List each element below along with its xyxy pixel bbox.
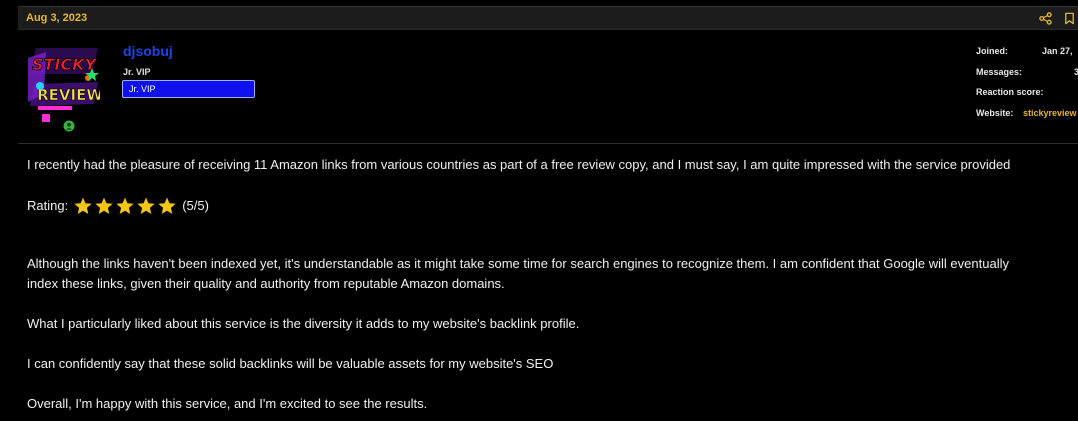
username-link[interactable]: djsobuj [123, 43, 173, 59]
logo-text-top: STICKY [32, 55, 98, 74]
star-icon [158, 197, 176, 214]
avatar[interactable]: STICKY REVIEW [28, 44, 104, 122]
logo-text-bottom: REVIEW [37, 86, 100, 104]
message-paragraph: What I particularly liked about this ser… [27, 316, 580, 331]
message-user-block: STICKY REVIEW djsobuj Jr. VIP Jr. VIP Jo… [18, 30, 1078, 144]
message-paragraph: I recently had the pleasure of receiving… [27, 157, 1011, 172]
message-body: I recently had the pleasure of receiving… [27, 155, 1078, 414]
stat-value: Jan 27, [1042, 46, 1073, 56]
stat-label: Website: [976, 108, 1014, 118]
rating-stars [73, 196, 178, 216]
online-status-icon [63, 120, 75, 132]
stat-value: 3 [1074, 67, 1078, 77]
message-paragraph: Overall, I'm happy with this service, an… [27, 396, 428, 411]
sticky-review-logo: STICKY REVIEW [28, 48, 104, 122]
bookmark-icon[interactable] [1063, 12, 1076, 25]
message-paragraph: Although the links haven't been indexed … [27, 256, 1009, 271]
stat-label: Joined: [976, 46, 1009, 56]
post-date-link[interactable]: Aug 3, 2023 [26, 12, 87, 24]
star-icon [95, 197, 113, 214]
rating-text: (5/5) [182, 198, 209, 213]
rating-row: Rating: (5/5) [27, 196, 1078, 216]
message-paragraph: index these links, given their quality a… [27, 276, 505, 291]
post-header: Aug 3, 2023 [18, 6, 1078, 30]
user-banner: Jr. VIP [122, 80, 255, 98]
stat-label: Messages: [976, 67, 1023, 77]
star-icon [116, 197, 134, 214]
rating-label: Rating: [27, 198, 69, 213]
star-icon [74, 197, 92, 214]
stat-label: Reaction score: [976, 87, 1044, 97]
message-paragraph: I can confidently say that these solid b… [27, 356, 554, 371]
star-icon [137, 197, 155, 214]
share-icon[interactable] [1039, 12, 1052, 25]
website-link[interactable]: stickyreview [1023, 108, 1077, 118]
user-title: Jr. VIP [123, 67, 151, 77]
